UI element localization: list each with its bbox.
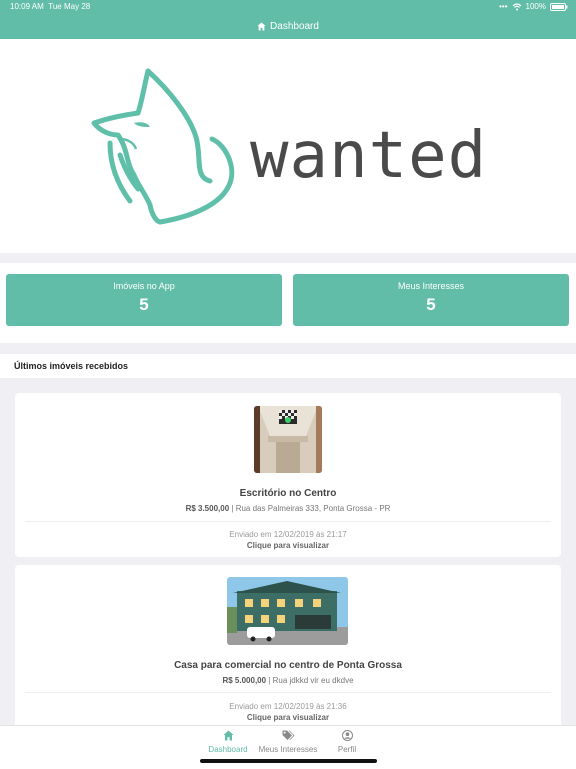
property-card[interactable]: Casa para comercial no centro de Ponta G… bbox=[15, 565, 561, 740]
property-photo bbox=[254, 406, 322, 473]
home-indicator bbox=[200, 759, 377, 763]
property-title: Casa para comercial no centro de Ponta G… bbox=[174, 660, 402, 671]
property-photo bbox=[227, 577, 348, 645]
user-icon bbox=[341, 730, 353, 741]
stat-value: 5 bbox=[139, 295, 149, 314]
property-address: | Rua jdkkd vir eu dkdve bbox=[268, 676, 354, 685]
status-date-text: Tue May 28 bbox=[48, 2, 91, 11]
view-property-link[interactable]: Clique para visualizar bbox=[15, 713, 561, 722]
card-divider bbox=[25, 521, 551, 522]
view-property-link[interactable]: Clique para visualizar bbox=[15, 541, 561, 550]
property-price: R$ 5.000,00 bbox=[222, 676, 267, 685]
logo-area: wanted bbox=[0, 39, 576, 253]
nav-bar: Dashboard bbox=[0, 14, 576, 39]
home-icon bbox=[223, 730, 233, 741]
section-title: Últimos imóveis recebidos bbox=[14, 361, 129, 371]
stat-label: Imóveis no App bbox=[113, 281, 175, 291]
stat-card-interesses[interactable]: Meus Interesses 5 bbox=[293, 274, 569, 326]
property-info: R$ 3.500,00 | Rua das Palmeiras 333, Pon… bbox=[15, 504, 561, 513]
signal-dots-icon: ••• bbox=[499, 2, 508, 11]
card-divider bbox=[25, 692, 551, 693]
status-time-text: 10:09 AM bbox=[10, 2, 44, 11]
stats-section: Imóveis no App 5 Meus Interesses 5 bbox=[0, 263, 576, 343]
tab-label: Perfil bbox=[337, 745, 357, 754]
stat-label: Meus Interesses bbox=[397, 281, 465, 291]
status-right: ••• 100% bbox=[499, 0, 568, 14]
tags-icon bbox=[282, 730, 294, 740]
battery-icon bbox=[550, 3, 568, 11]
tab-label: Dashboard bbox=[208, 745, 248, 754]
section-header: Últimos imóveis recebidos bbox=[0, 354, 576, 378]
status-time: 10:09 AM Tue May 28 bbox=[10, 0, 90, 14]
battery-percent: 100% bbox=[525, 2, 546, 11]
property-price: R$ 3.500,00 bbox=[185, 504, 230, 513]
wifi-icon bbox=[512, 3, 521, 11]
tab-label: Meus Interesses bbox=[258, 745, 318, 754]
property-card[interactable]: Escritório no Centro R$ 3.500,00 | Rua d… bbox=[15, 393, 561, 557]
logo-text: wanted bbox=[250, 119, 488, 193]
property-title: Escritório no Centro bbox=[239, 488, 337, 499]
page-title: Dashboard bbox=[270, 21, 319, 32]
property-address: | Rua das Palmeiras 333, Ponta Grossa - … bbox=[231, 504, 391, 513]
property-sent-date: Enviado em 12/02/2019 às 21:17 bbox=[229, 530, 347, 539]
stat-card-imoveis[interactable]: Imóveis no App 5 bbox=[6, 274, 282, 326]
property-info: R$ 5.000,00 | Rua jdkkd vir eu dkdve bbox=[15, 676, 561, 685]
home-icon bbox=[257, 22, 266, 31]
wolf-logo-icon bbox=[91, 68, 235, 225]
stat-value: 5 bbox=[426, 295, 436, 314]
tab-perfil[interactable]: Perfil bbox=[312, 730, 382, 754]
status-bar: 10:09 AM Tue May 28 ••• 100% bbox=[0, 0, 576, 14]
property-sent-date: Enviado em 12/02/2019 às 21:36 bbox=[229, 702, 347, 711]
